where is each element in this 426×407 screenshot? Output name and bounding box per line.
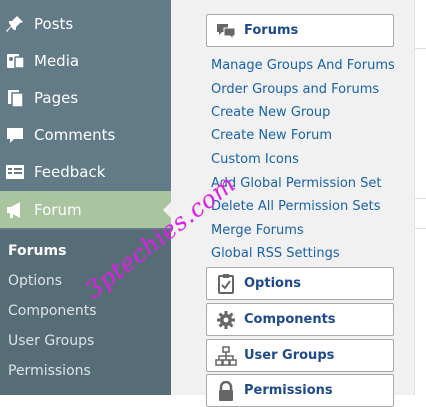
nav-comments[interactable]: Comments: [0, 116, 171, 153]
nav-posts-label: Posts: [34, 15, 74, 33]
right-panel-edge: [414, 0, 426, 395]
divider: [415, 198, 426, 199]
link-custom-icons[interactable]: Custom Icons: [211, 152, 299, 168]
submenu-permissions[interactable]: Permissions: [8, 362, 91, 380]
components-button[interactable]: Components: [206, 303, 394, 336]
gear-icon: [217, 311, 235, 329]
forums-button-label: Forums: [244, 23, 299, 38]
user-groups-button-label: User Groups: [244, 348, 335, 363]
nav-feedback[interactable]: Feedback: [0, 153, 171, 190]
submenu-forums[interactable]: Forums: [8, 242, 66, 260]
link-create-new-group[interactable]: Create New Group: [211, 105, 330, 121]
nav-feedback-label: Feedback: [34, 163, 106, 181]
nav-pages-label: Pages: [34, 89, 79, 107]
hierarchy-icon: [215, 346, 237, 366]
pin-icon: [6, 16, 23, 32]
forums-chat-icon: [217, 24, 236, 41]
pages-icon: [8, 90, 24, 108]
divider: [415, 48, 426, 49]
nav-forum-label: Forum: [34, 201, 82, 219]
feedback-icon: [6, 165, 24, 179]
components-button-label: Components: [244, 312, 336, 327]
link-merge-forums[interactable]: Merge Forums: [211, 223, 304, 239]
link-manage-groups-forums[interactable]: Manage Groups And Forums: [211, 58, 395, 74]
forums-button[interactable]: Forums: [206, 14, 394, 47]
options-button[interactable]: Options: [206, 267, 394, 300]
link-delete-all-permission-sets[interactable]: Delete All Permission Sets: [211, 199, 380, 215]
link-order-groups-forums[interactable]: Order Groups and Forums: [211, 82, 379, 98]
comment-icon: [7, 128, 23, 143]
options-button-label: Options: [244, 276, 301, 291]
submenu-user-groups[interactable]: User Groups: [8, 332, 94, 350]
nav-media-label: Media: [34, 52, 80, 70]
link-global-rss-settings[interactable]: Global RSS Settings: [211, 246, 340, 262]
nav-comments-label: Comments: [34, 126, 116, 144]
user-groups-button[interactable]: User Groups: [206, 339, 394, 372]
megaphone-icon: [7, 202, 20, 218]
link-create-new-forum[interactable]: Create New Forum: [211, 128, 332, 144]
nav-posts[interactable]: Posts: [0, 5, 171, 42]
submenu-options[interactable]: Options: [8, 272, 62, 290]
clipboard-check-icon: [218, 274, 234, 294]
nav-forum[interactable]: Forum: [0, 191, 171, 228]
admin-sidebar: Posts Media Pages Comments Feedback Foru…: [0, 0, 171, 395]
nav-media[interactable]: Media: [0, 42, 171, 79]
media-icon: [7, 54, 25, 69]
divider: [415, 228, 426, 229]
lock-icon: [219, 381, 233, 401]
permissions-button[interactable]: Permissions: [206, 374, 394, 407]
submenu-components[interactable]: Components: [8, 302, 97, 320]
permissions-button-label: Permissions: [244, 383, 333, 398]
nav-pages[interactable]: Pages: [0, 79, 171, 116]
